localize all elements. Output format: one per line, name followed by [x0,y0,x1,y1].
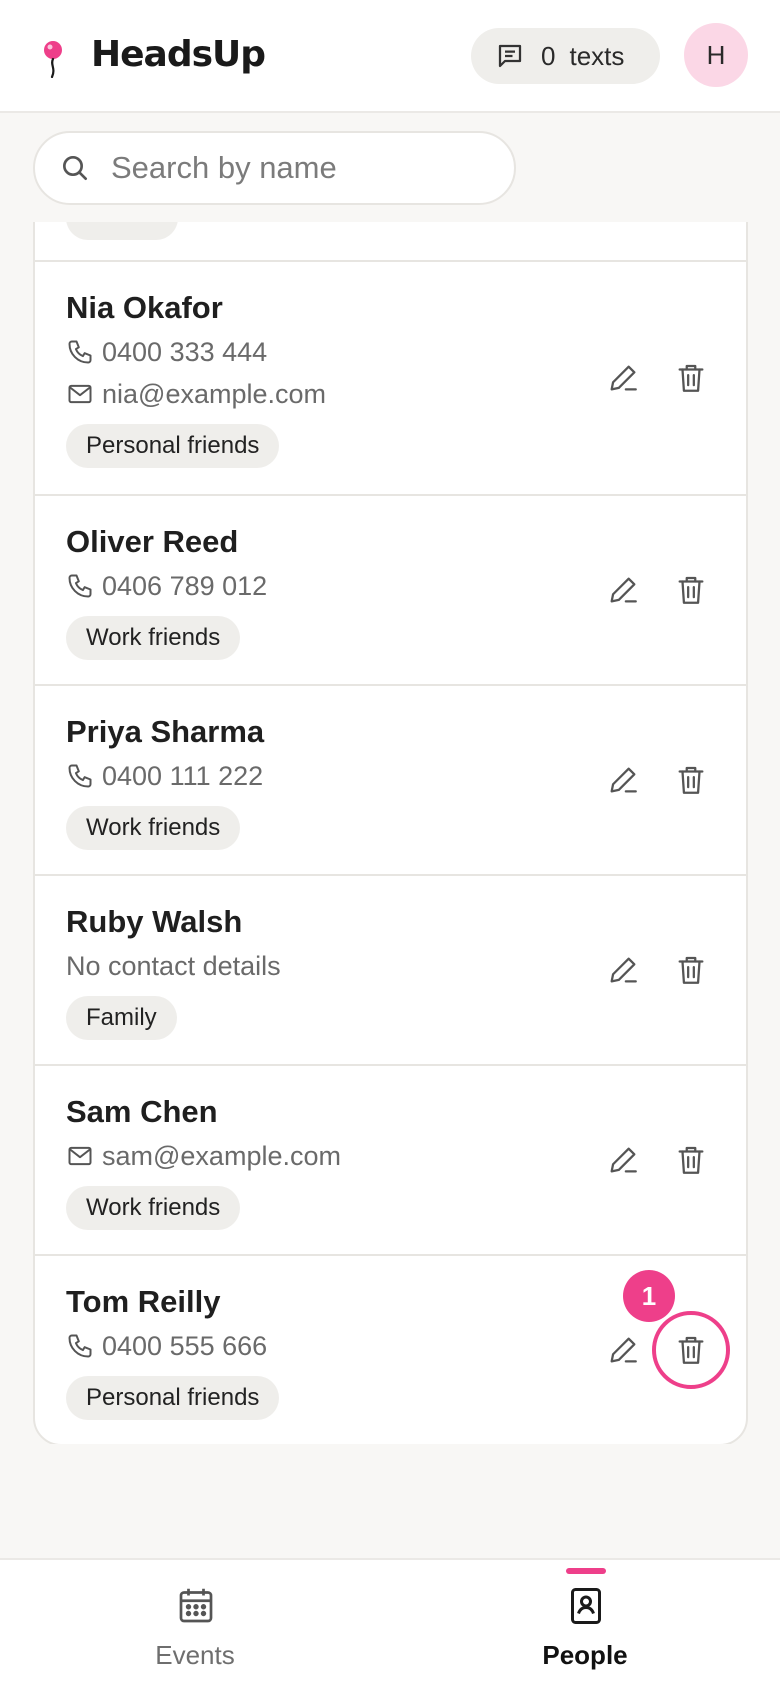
person-phone: 0400 555 666 [102,1331,268,1361]
list-item-priya-sharma[interactable]: Priya Sharma 0400 111 222 Work friends [35,686,746,876]
group-tag: Personal friends [66,1376,280,1420]
contact-book-icon [571,1588,601,1624]
group-tag: Work friends [66,1186,241,1230]
texts-label: texts [569,40,625,71]
phone-icon [68,1334,92,1358]
person-email: sam@example.com [102,1141,341,1171]
pencil-icon [610,1337,637,1363]
trash-icon [678,766,704,794]
calendar-icon [179,1588,213,1623]
person-phone: 0400 111 222 [102,761,264,791]
pencil-icon [610,957,637,983]
edit-button[interactable] [606,1333,640,1367]
pencil-icon [610,1147,637,1173]
edit-button[interactable] [606,763,640,797]
app-header: HeadsUp 0 texts H [0,0,780,113]
search-icon [63,156,87,180]
person-email: nia@example.com [102,379,327,409]
person-name: Nia Okafor [66,290,223,325]
person-name: Oliver Reed [66,524,239,559]
pencil-icon [610,577,637,603]
row-actions [606,953,708,987]
mail-icon [68,384,92,404]
user-avatar-button[interactable]: H [684,23,748,87]
trash-icon [678,364,704,392]
list-item-oliver-reed[interactable]: Oliver Reed 0406 789 012 Work friends [35,496,746,686]
edit-button[interactable] [606,573,640,607]
edit-button[interactable] [606,361,640,395]
delete-button-tom-reilly[interactable]: 1 [623,1270,730,1389]
trash-icon [678,1146,704,1174]
delete-button[interactable] [674,763,708,797]
texts-counter-button[interactable]: 0 texts [471,28,660,84]
search-bar[interactable] [33,131,516,205]
group-tag: Work friends [66,616,241,660]
no-contact-details: No contact details [66,951,281,981]
avatar-initial: H [706,39,726,70]
list-item-nia-okafor[interactable]: Nia Okafor 0400 333 444 nia@example.com … [35,262,746,496]
row-actions [606,573,708,607]
delete-button[interactable] [674,953,708,987]
person-name: Sam Chen [66,1094,218,1129]
group-tag [66,222,178,240]
active-tab-indicator [566,1568,606,1574]
edit-button[interactable] [606,1143,640,1177]
row-actions [606,361,708,395]
list-item-tom-reilly[interactable]: Tom Reilly 0400 555 666 Personal friends… [35,1256,746,1444]
nav-events[interactable]: Events [0,1560,390,1688]
edit-button[interactable] [606,953,640,987]
nav-events-label: Events [155,1640,235,1670]
phone-icon [68,574,92,598]
balloon-logo-icon [44,41,62,78]
group-tag: Work friends [66,806,241,850]
row-actions [606,1143,708,1177]
list-item-ruby-walsh[interactable]: Ruby Walsh No contact details Family [35,876,746,1066]
message-icon [498,44,522,68]
people-list: Nia Okafor 0400 333 444 nia@example.com … [33,222,748,1444]
delete-button[interactable] [674,361,708,395]
trash-icon [678,956,704,984]
phone-icon [68,340,92,364]
nav-people-label: People [542,1640,628,1670]
trash-icon [678,576,704,604]
group-tag: Family [66,996,177,1040]
phone-icon [68,764,92,788]
person-phone: 0406 789 012 [102,571,268,601]
step-number-badge: 1 [623,1270,675,1322]
group-tag: Personal friends [66,424,280,468]
bottom-nav: Events People [0,1558,780,1688]
mail-icon [68,1146,92,1166]
delete-button[interactable] [674,573,708,607]
search-input[interactable] [111,150,501,186]
delete-button[interactable] [674,1143,708,1177]
person-name: Priya Sharma [66,714,265,749]
person-name: Ruby Walsh [66,904,243,939]
texts-count: 0 [541,40,556,71]
row-actions [606,763,708,797]
nav-people[interactable]: People [390,1560,780,1688]
pencil-icon [610,767,637,793]
brand-name: HeadsUp [91,34,266,75]
highlight-ring [652,1311,730,1389]
people-list-viewport[interactable]: Nia Okafor 0400 333 444 nia@example.com … [33,222,748,1444]
person-phone: 0400 333 444 [102,337,268,367]
list-item-sam-chen[interactable]: Sam Chen sam@example.com Work friends [35,1066,746,1256]
list-item-partial [35,222,746,262]
pencil-icon [610,365,637,391]
row-actions: 1 [606,1270,730,1389]
